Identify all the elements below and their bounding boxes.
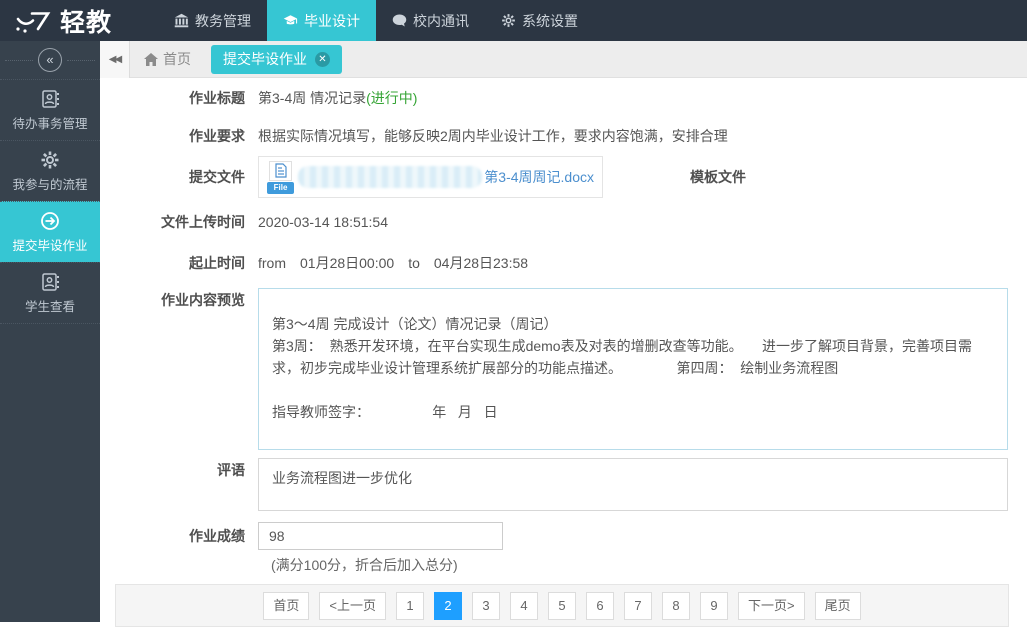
pagination-bar: 首页 <上一页 1 2 3 4 5 6 7 8 9 下一页> 尾页 xyxy=(115,584,1009,627)
close-icon[interactable]: ✕ xyxy=(315,52,330,67)
score-input[interactable] xyxy=(258,522,503,550)
submitted-file-row: 提交文件 File 第3-4周周记.docx 模板文件 xyxy=(115,156,1009,198)
divider xyxy=(5,60,33,61)
period-to-word: to xyxy=(408,255,420,271)
content-preview-label: 作业内容预览 xyxy=(115,288,245,312)
submitted-file-box: File 第3-4周周记.docx xyxy=(258,156,603,198)
period-label: 起止时间 xyxy=(115,251,245,275)
period-from-value: 01月28日00:00 xyxy=(300,255,394,271)
pagination-page-6[interactable]: 6 xyxy=(586,592,614,620)
sidebar-item-submit-homework[interactable]: 提交毕设作业 xyxy=(0,201,100,262)
work-title-row: 作业标题 第3-4周 情况记录(进行中) xyxy=(115,86,1009,110)
period-to-value: 04月28日23:58 xyxy=(434,255,528,271)
comment-label: 评语 xyxy=(115,458,245,482)
file-badge: File xyxy=(267,182,294,194)
tab-scroll-left-icon[interactable]: ◀◀ xyxy=(100,41,130,78)
sidebar-item-my-flows[interactable]: 我参与的流程 xyxy=(0,140,100,201)
nav-item-graduation-design[interactable]: 毕业设计 xyxy=(267,0,376,41)
main-content: 作业标题 第3-4周 情况记录(进行中) 作业要求 根据实际情况填写，能够反映2… xyxy=(100,78,1027,629)
sidebar: « 待办事务管理 我参与的流程 提交毕设作业 xyxy=(0,41,100,622)
pagination-page-2-active[interactable]: 2 xyxy=(434,592,462,620)
nav-item-campus-messages[interactable]: 校内通讯 xyxy=(376,0,485,41)
brand-logo-icon xyxy=(14,8,52,34)
nav-menu: 教务管理 毕业设计 校内通讯 系统设置 xyxy=(158,0,594,41)
comment-box[interactable]: 业务流程图进一步优化 xyxy=(258,458,1008,511)
bank-icon xyxy=(174,13,189,28)
tab-label: 提交毕设作业 xyxy=(223,49,307,69)
score-row: 作业成绩 xyxy=(115,522,1009,550)
pagination-page-5[interactable]: 5 xyxy=(548,592,576,620)
sidebar-collapse-row: « xyxy=(0,41,100,79)
nav-item-label: 系统设置 xyxy=(522,11,578,31)
content-preview-box[interactable]: 第3～4周 完成设计（论文）情况记录（周记） 第3周： 熟悉开发环境，在平台实现… xyxy=(258,288,1008,450)
period-row: 起止时间 from 01月28日00:00 to 04月28日23:58 xyxy=(115,251,1009,275)
brand[interactable]: 轻教 xyxy=(0,0,130,41)
requirements-row: 作业要求 根据实际情况填写，能够反映2周内毕业设计工作，要求内容饱满，安排合理 xyxy=(115,124,1009,148)
nav-item-label: 校内通讯 xyxy=(413,11,469,31)
content-preview-row: 作业内容预览 第3～4周 完成设计（论文）情况记录（周记） 第3周： 熟悉开发环… xyxy=(115,288,1009,450)
graduation-cap-icon xyxy=(283,13,298,28)
sidebar-item-label: 提交毕设作业 xyxy=(0,235,100,254)
redacted-filename-blur xyxy=(298,166,482,188)
nav-item-label: 教务管理 xyxy=(195,11,251,31)
status-badge: (进行中) xyxy=(366,90,417,106)
sidebar-item-label: 我参与的流程 xyxy=(0,174,100,193)
submitted-file-link[interactable]: 第3-4周周记.docx xyxy=(484,167,594,187)
gear-icon xyxy=(501,13,516,28)
upload-time-value: 2020-03-14 18:51:54 xyxy=(258,210,388,234)
document-glyph xyxy=(269,161,292,181)
address-book-icon xyxy=(40,89,60,109)
brand-name: 轻教 xyxy=(60,3,112,39)
pagination-page-3[interactable]: 3 xyxy=(472,592,500,620)
file-icon: File xyxy=(267,161,294,194)
doc-outline-icon xyxy=(275,163,287,178)
nav-item-academic-admin[interactable]: 教务管理 xyxy=(158,0,267,41)
sidebar-item-label: 学生查看 xyxy=(0,296,100,315)
pagination-next-button[interactable]: 下一页> xyxy=(738,592,805,620)
top-navbar: 轻教 教务管理 毕业设计 校内通讯 xyxy=(0,0,1027,41)
address-book-icon xyxy=(40,272,60,292)
tab-label: 首页 xyxy=(163,49,191,69)
pagination-prev-button[interactable]: <上一页 xyxy=(319,592,386,620)
submitted-file-label: 提交文件 xyxy=(115,156,245,198)
requirements-value: 根据实际情况填写，能够反映2周内毕业设计工作，要求内容饱满，安排合理 xyxy=(258,124,728,148)
tab-submit-homework[interactable]: 提交毕设作业 ✕ xyxy=(211,45,342,74)
sidebar-item-pending-tasks[interactable]: 待办事务管理 xyxy=(0,79,100,140)
pagination-first-button[interactable]: 首页 xyxy=(263,592,309,620)
pagination-last-button[interactable]: 尾页 xyxy=(815,592,861,620)
sidebar-item-label: 待办事务管理 xyxy=(0,113,100,132)
pagination-page-4[interactable]: 4 xyxy=(510,592,538,620)
period-value: from 01月28日00:00 to 04月28日23:58 xyxy=(258,251,528,275)
tab-home[interactable]: 首页 xyxy=(130,41,205,78)
score-label: 作业成绩 xyxy=(115,522,245,550)
tab-bar: ◀◀ 首页 提交毕设作业 ✕ xyxy=(100,41,1027,78)
period-from-word: from xyxy=(258,255,286,271)
work-title-value: 第3-4周 情况记录(进行中) xyxy=(258,86,417,110)
upload-time-label: 文件上传时间 xyxy=(115,210,245,234)
pagination-page-1[interactable]: 1 xyxy=(396,592,424,620)
work-title-label: 作业标题 xyxy=(115,86,245,110)
nav-item-system-settings[interactable]: 系统设置 xyxy=(485,0,594,41)
arrow-circle-right-icon xyxy=(40,211,60,231)
template-file-label: 模板文件 xyxy=(690,156,746,198)
sidebar-collapse-icon[interactable]: « xyxy=(38,48,62,72)
gear-icon xyxy=(40,150,60,170)
pagination-page-8[interactable]: 8 xyxy=(662,592,690,620)
pagination-page-7[interactable]: 7 xyxy=(624,592,652,620)
divider xyxy=(67,60,95,61)
nav-item-label: 毕业设计 xyxy=(304,11,360,31)
comment-row: 评语 业务流程图进一步优化 xyxy=(115,458,1009,511)
app-window: 轻教 教务管理 毕业设计 校内通讯 xyxy=(0,0,1027,629)
requirements-label: 作业要求 xyxy=(115,124,245,148)
pagination-page-9[interactable]: 9 xyxy=(700,592,728,620)
home-icon xyxy=(144,53,158,66)
chat-bubble-icon xyxy=(392,13,407,28)
score-note: (满分100分，折合后加入总分) xyxy=(258,554,1009,576)
sidebar-item-student-view[interactable]: 学生查看 xyxy=(0,262,100,324)
work-title-text: 第3-4周 情况记录 xyxy=(258,90,366,106)
upload-time-row: 文件上传时间 2020-03-14 18:51:54 xyxy=(115,210,1009,234)
